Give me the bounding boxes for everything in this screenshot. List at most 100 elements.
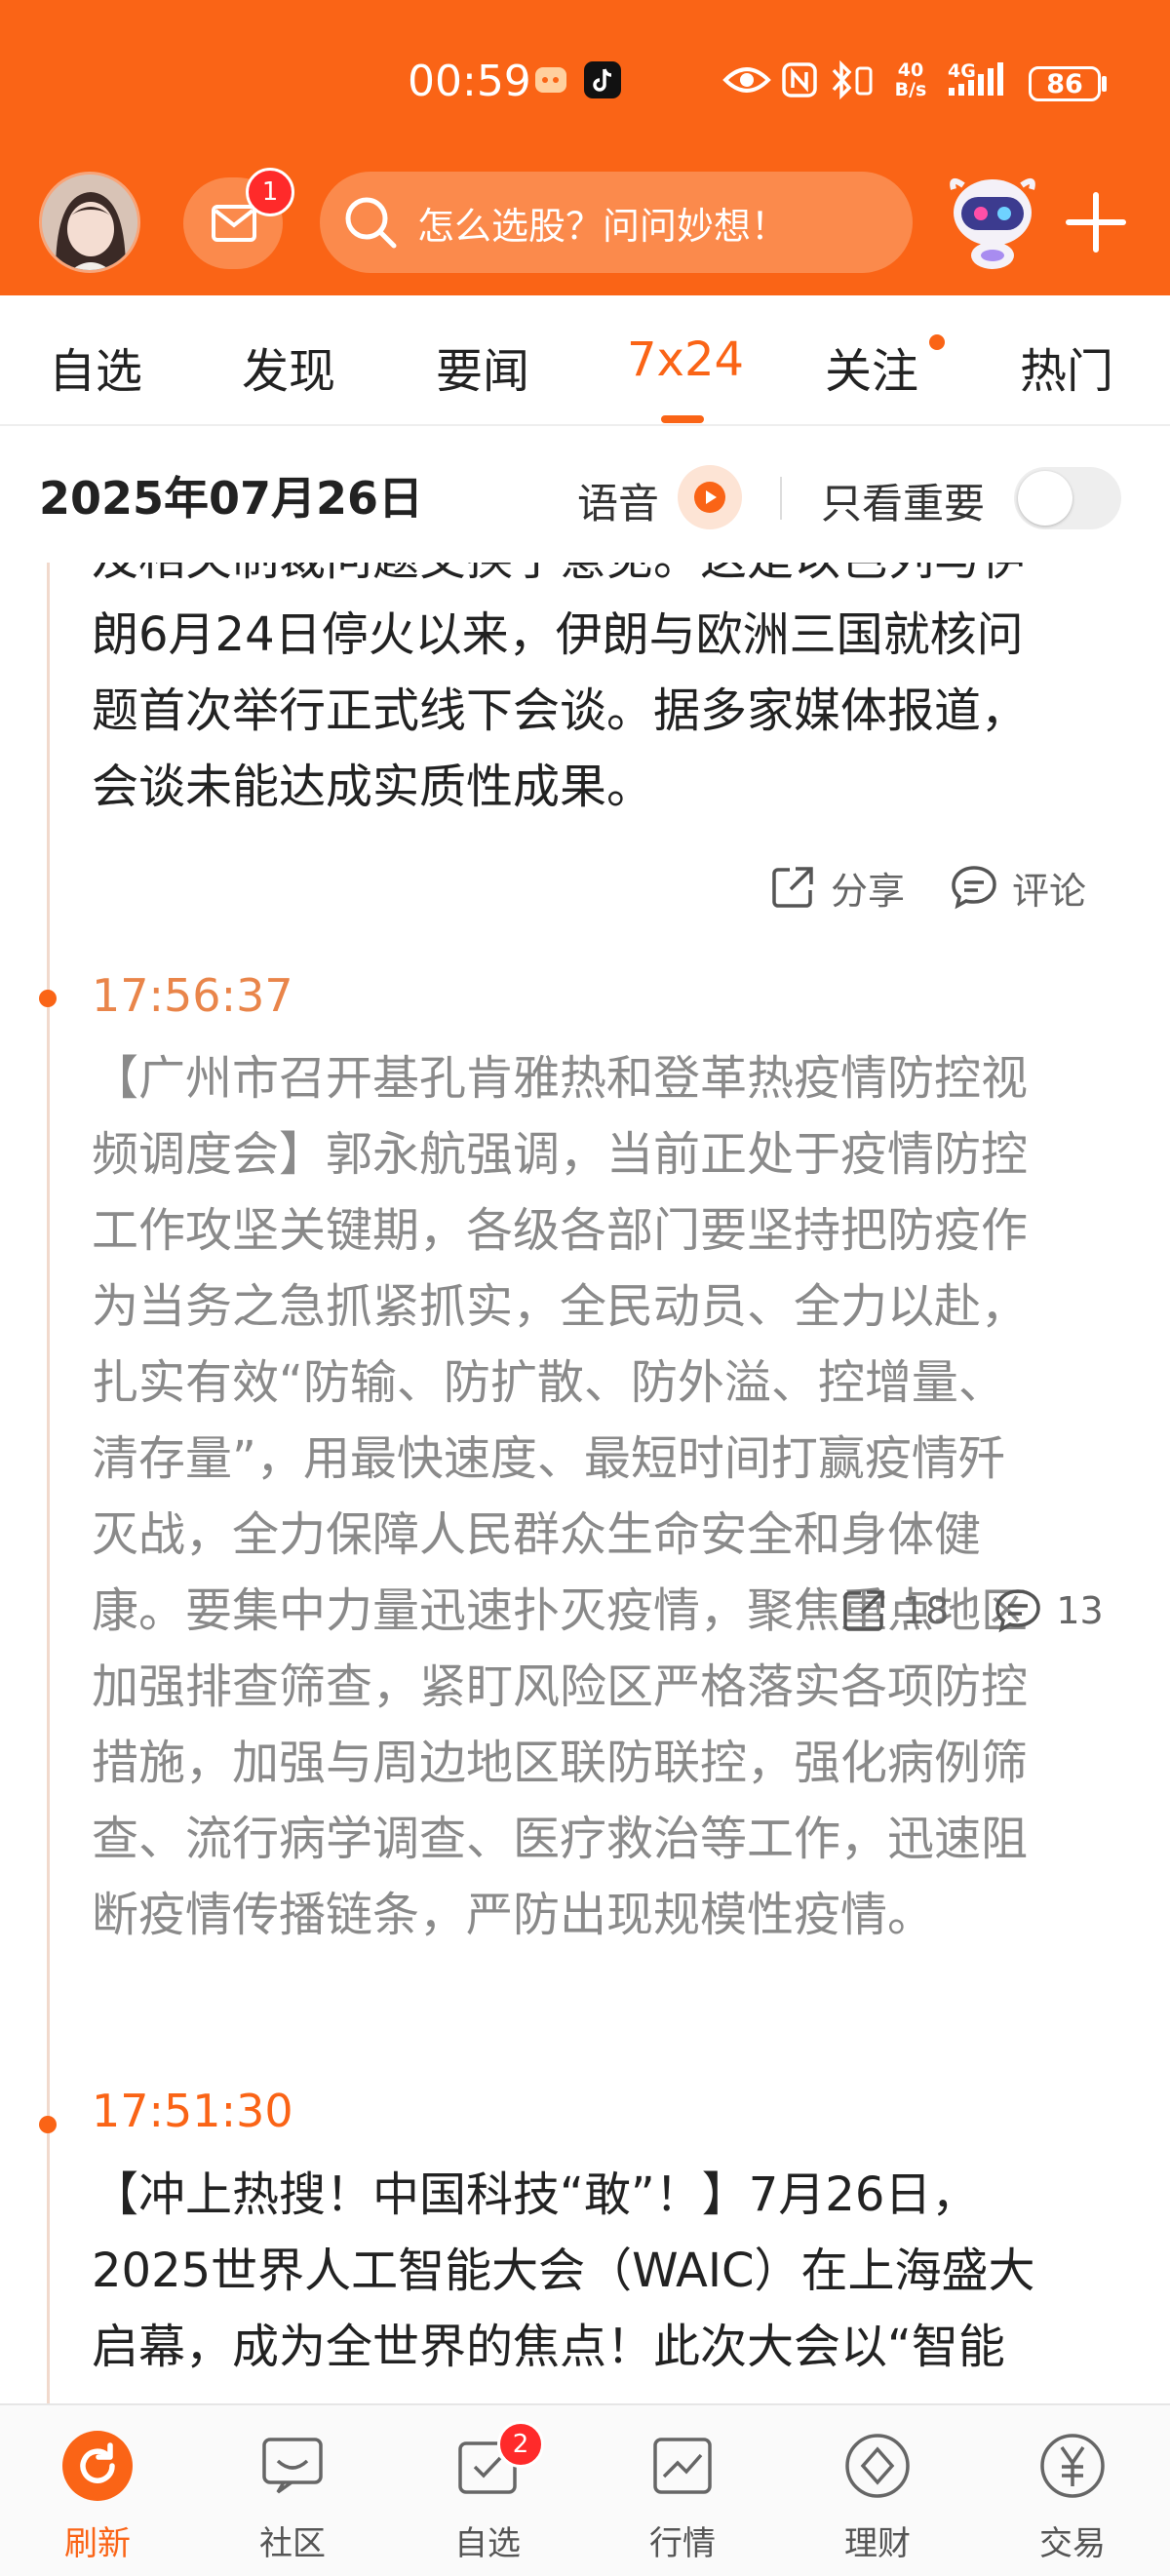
voice-label[interactable]: 语音: [577, 471, 659, 530]
share-button[interactable]: 18: [839, 1586, 949, 1635]
nav-community[interactable]: 社区: [195, 2405, 390, 2576]
text-line: 频调度会】郭永航强调，当前正处于疫情防控: [92, 1127, 1029, 1182]
tab-7x24[interactable]: 7x24: [627, 332, 744, 387]
text-line: 2025世界人工智能大会（WAIC）在上海盛大: [92, 2244, 1035, 2298]
message-app-icon: [532, 60, 569, 99]
nav-market[interactable]: 行情: [585, 2405, 780, 2576]
news-item-partial-body[interactable]: 及相关制裁问题交换了意见。这是以色列与伊 朗6月24日停火以来，伊朗与欧洲三国就…: [92, 563, 1140, 825]
voice-play-button[interactable]: [678, 465, 742, 529]
text-line: 扎实有效“防输、防扩散、防外溢、控增量、: [92, 1355, 1005, 1410]
signal-icon: 4G: [944, 60, 1022, 99]
trade-icon: [1037, 2431, 1108, 2501]
comment-icon: [952, 866, 996, 910]
news-item-body[interactable]: 【广州市召开基孔肯雅热和登革热疫情防控视 频调度会】郭永航强调，当前正处于疫情防…: [92, 1040, 1140, 1953]
text-line: 【冲上热搜！中国科技“敢”！】7月26日，: [92, 2167, 979, 2222]
status-bar: 00:59 40 B/s 4G 86: [0, 57, 1170, 115]
text-line: 及相关制裁问题交换了意见。这是以色列与伊: [92, 563, 1140, 597]
tab-watchlist[interactable]: 自选: [49, 332, 142, 401]
eye-icon: [722, 60, 772, 99]
text-line: 会谈未能达成实质性成果。: [92, 760, 654, 814]
add-icon[interactable]: [1065, 191, 1127, 254]
comment-icon: [995, 1589, 1041, 1633]
ai-assistant-icon[interactable]: [940, 170, 1045, 275]
top-bar: 1 怎么选股？问问妙想！: [0, 168, 1170, 275]
share-count: 18: [902, 1589, 950, 1632]
tiktok-icon: [583, 60, 622, 99]
active-tab-indicator: [661, 415, 704, 423]
battery-indicator: 86: [1029, 66, 1101, 101]
text-line: 【广州市召开基孔肯雅热和登革热疫情防控视: [92, 1051, 1029, 1106]
text-line: 清存量”，用最快速度、最短时间打赢疫情歼: [92, 1431, 1005, 1486]
tab-discover[interactable]: 发现: [242, 332, 335, 401]
comment-count: 13: [1056, 1589, 1104, 1632]
watchlist-badge: 2: [497, 2421, 544, 2468]
refresh-icon: [62, 2431, 133, 2501]
nav-label: 自选: [454, 2524, 521, 2563]
text-line: 灭战，全力保障人民群众生命安全和身体健: [92, 1507, 982, 1562]
net-speed: 40 B/s: [889, 60, 932, 99]
tab-trending[interactable]: 热门: [1020, 332, 1113, 401]
news-feed: 及相关制裁问题交换了意见。这是以色列与伊 朗6月24日停火以来，伊朗与欧洲三国就…: [0, 563, 1170, 2403]
status-time: 00:59: [408, 57, 531, 106]
bottom-navigation: 刷新 社区 2 自选 行情 理财 交易: [0, 2403, 1170, 2576]
timeline-dot: [39, 2116, 57, 2133]
news-item-body[interactable]: 【冲上热搜！中国科技“敢”！】7月26日， 2025世界人工智能大会（WAIC）…: [92, 2157, 1140, 2385]
timeline-dot: [39, 990, 57, 1007]
category-tabs: 自选 发现 要闻 7x24 关注 热门: [0, 295, 1170, 426]
nav-trade[interactable]: 交易: [975, 2405, 1170, 2576]
comment-label: 评论: [1012, 869, 1087, 913]
text-line: 加强排查筛查，紧盯风险区严格落实各项防控: [92, 1659, 1029, 1714]
news-time: 17:51:30: [92, 2085, 293, 2137]
text-line: 启幕，成为全世界的焦点！此次大会以“智能: [92, 2320, 1005, 2374]
tab-following-dot: [929, 334, 945, 350]
net-speed-unit: B/s: [894, 79, 927, 100]
text-line: 查、流行病学调查、医疗救治等工作，迅速阻: [92, 1812, 1029, 1866]
share-icon: [772, 867, 813, 908]
app-header: 00:59 40 B/s 4G 86 1 怎么选股？问问妙想！: [0, 0, 1170, 295]
share-button[interactable]: 分享: [768, 861, 905, 915]
nav-label: 行情: [649, 2524, 716, 2563]
nfc-icon: [780, 60, 819, 99]
search-input[interactable]: 怎么选股？问问妙想！: [320, 172, 913, 273]
nav-label: 社区: [259, 2524, 326, 2563]
net-speed-value: 40: [897, 59, 924, 81]
text-line: 断疫情传播链条，严防出现规模性疫情。: [92, 1888, 935, 1942]
text-line: 措施，加强与周边地区联防联控，强化病例筛: [92, 1736, 1029, 1790]
important-only-toggle[interactable]: [1014, 467, 1121, 529]
news-item-partial-actions: 分享 评论: [723, 858, 1086, 917]
play-icon: [694, 482, 725, 513]
nav-watchlist[interactable]: 2 自选: [390, 2405, 585, 2576]
battery-tip: [1102, 76, 1107, 92]
tab-following[interactable]: 关注: [825, 332, 918, 401]
wealth-icon: [842, 2431, 913, 2501]
nav-label: 理财: [844, 2524, 911, 2563]
date-bar: 2025年07月26日 语音 只看重要: [0, 426, 1170, 563]
comment-button[interactable]: 评论: [950, 861, 1086, 915]
important-only-label: 只看重要: [821, 480, 986, 527]
comment-button[interactable]: 13: [994, 1586, 1104, 1635]
community-icon: [257, 2431, 328, 2501]
news-time: 17:56:37: [92, 969, 293, 1022]
divider: [780, 477, 782, 520]
text-line: 题首次举行正式线下会谈。据多家媒体报道，: [92, 683, 1029, 738]
market-icon: [647, 2431, 718, 2501]
search-icon: [345, 197, 397, 249]
nav-wealth[interactable]: 理财: [780, 2405, 975, 2576]
nav-label: 刷新: [64, 2524, 131, 2563]
news-item-actions: 18 13: [795, 1581, 1104, 1640]
mail-icon: [212, 205, 256, 242]
share-icon: [843, 1590, 884, 1631]
search-placeholder: 怎么选股？问问妙想！: [417, 204, 789, 248]
tab-headlines[interactable]: 要闻: [436, 332, 529, 401]
nav-label: 交易: [1039, 2524, 1106, 2563]
text-line: 为当务之急抓紧抓实，全民动员、全力以赴，: [92, 1279, 1029, 1334]
bluetooth-icon: [827, 60, 878, 99]
mail-badge: 1: [246, 168, 294, 216]
avatar[interactable]: [39, 172, 140, 273]
toggle-knob: [1018, 471, 1072, 526]
network-type: 4G: [948, 60, 976, 82]
nav-refresh[interactable]: 刷新: [0, 2405, 195, 2576]
text-line: 朗6月24日停火以来，伊朗与欧洲三国就核问: [92, 607, 1024, 662]
text-line: 工作攻坚关键期，各级各部门要坚持把防疫作: [92, 1203, 1029, 1258]
feed-date: 2025年07月26日: [39, 472, 424, 525]
